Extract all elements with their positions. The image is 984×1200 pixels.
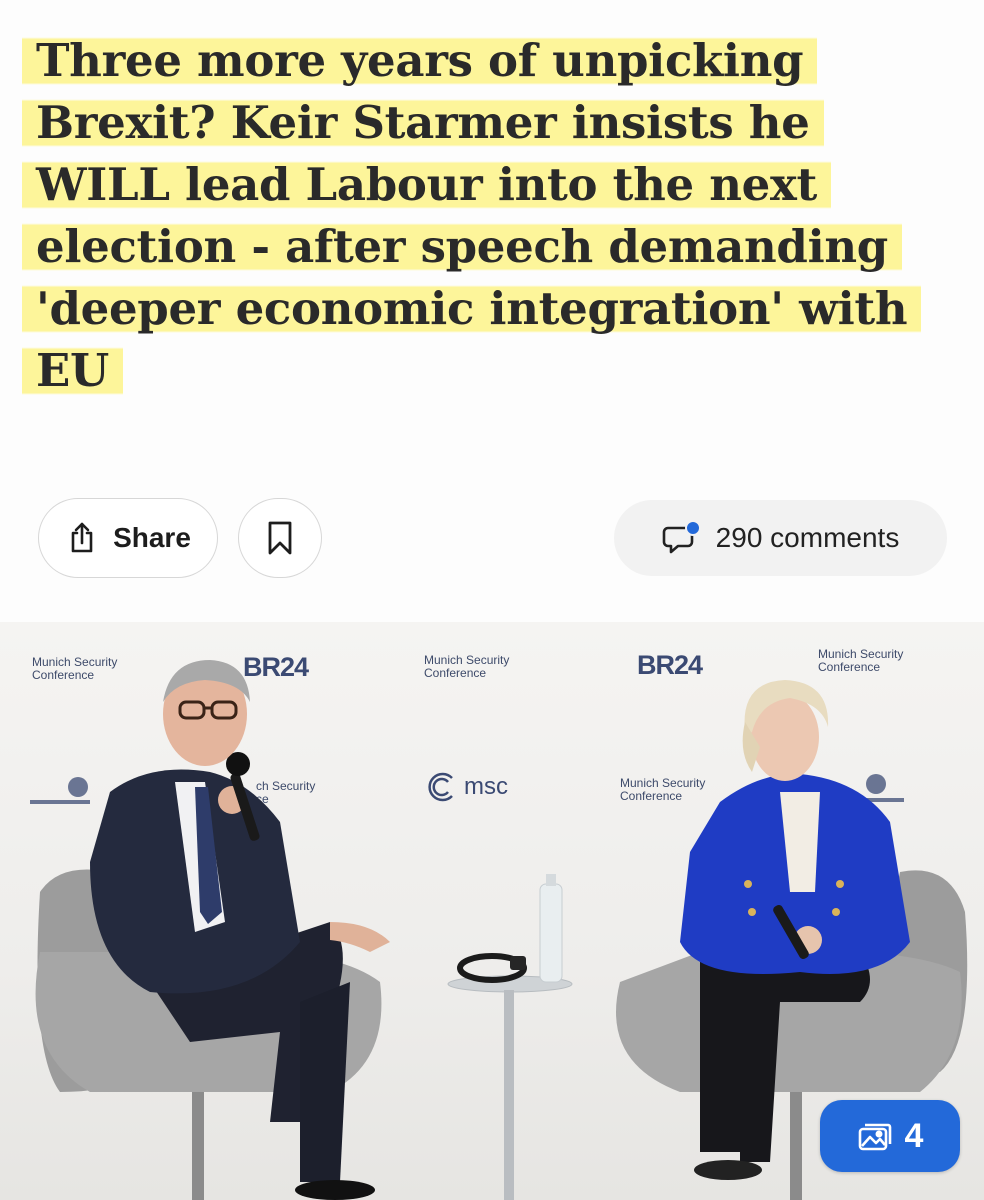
share-label: Share <box>113 522 191 553</box>
man-figure <box>90 660 390 1200</box>
side-table <box>447 874 573 1200</box>
comments-count: 290 comments <box>715 522 900 553</box>
bookmark-icon <box>267 520 293 556</box>
headline-container: Three more years of unpicking Brexit? Ke… <box>22 30 952 402</box>
comments-button[interactable]: 290 comments <box>614 500 947 576</box>
gallery-button[interactable]: 4 <box>820 1100 960 1172</box>
gallery-count: 4 <box>904 1116 924 1155</box>
gallery-images-icon <box>857 1120 893 1152</box>
share-button[interactable]: Share <box>38 498 218 578</box>
article-headline: Three more years of unpicking Brexit? Ke… <box>22 30 952 402</box>
bookmark-button[interactable] <box>238 498 322 578</box>
share-icon <box>65 521 99 555</box>
article-photo[interactable]: Munich Security Conference BR24 Munich Se… <box>0 622 984 1200</box>
comment-bubble-icon <box>662 520 702 556</box>
headline-text: Three more years of unpicking Brexit? Ke… <box>22 34 922 397</box>
crest-left <box>30 777 90 804</box>
